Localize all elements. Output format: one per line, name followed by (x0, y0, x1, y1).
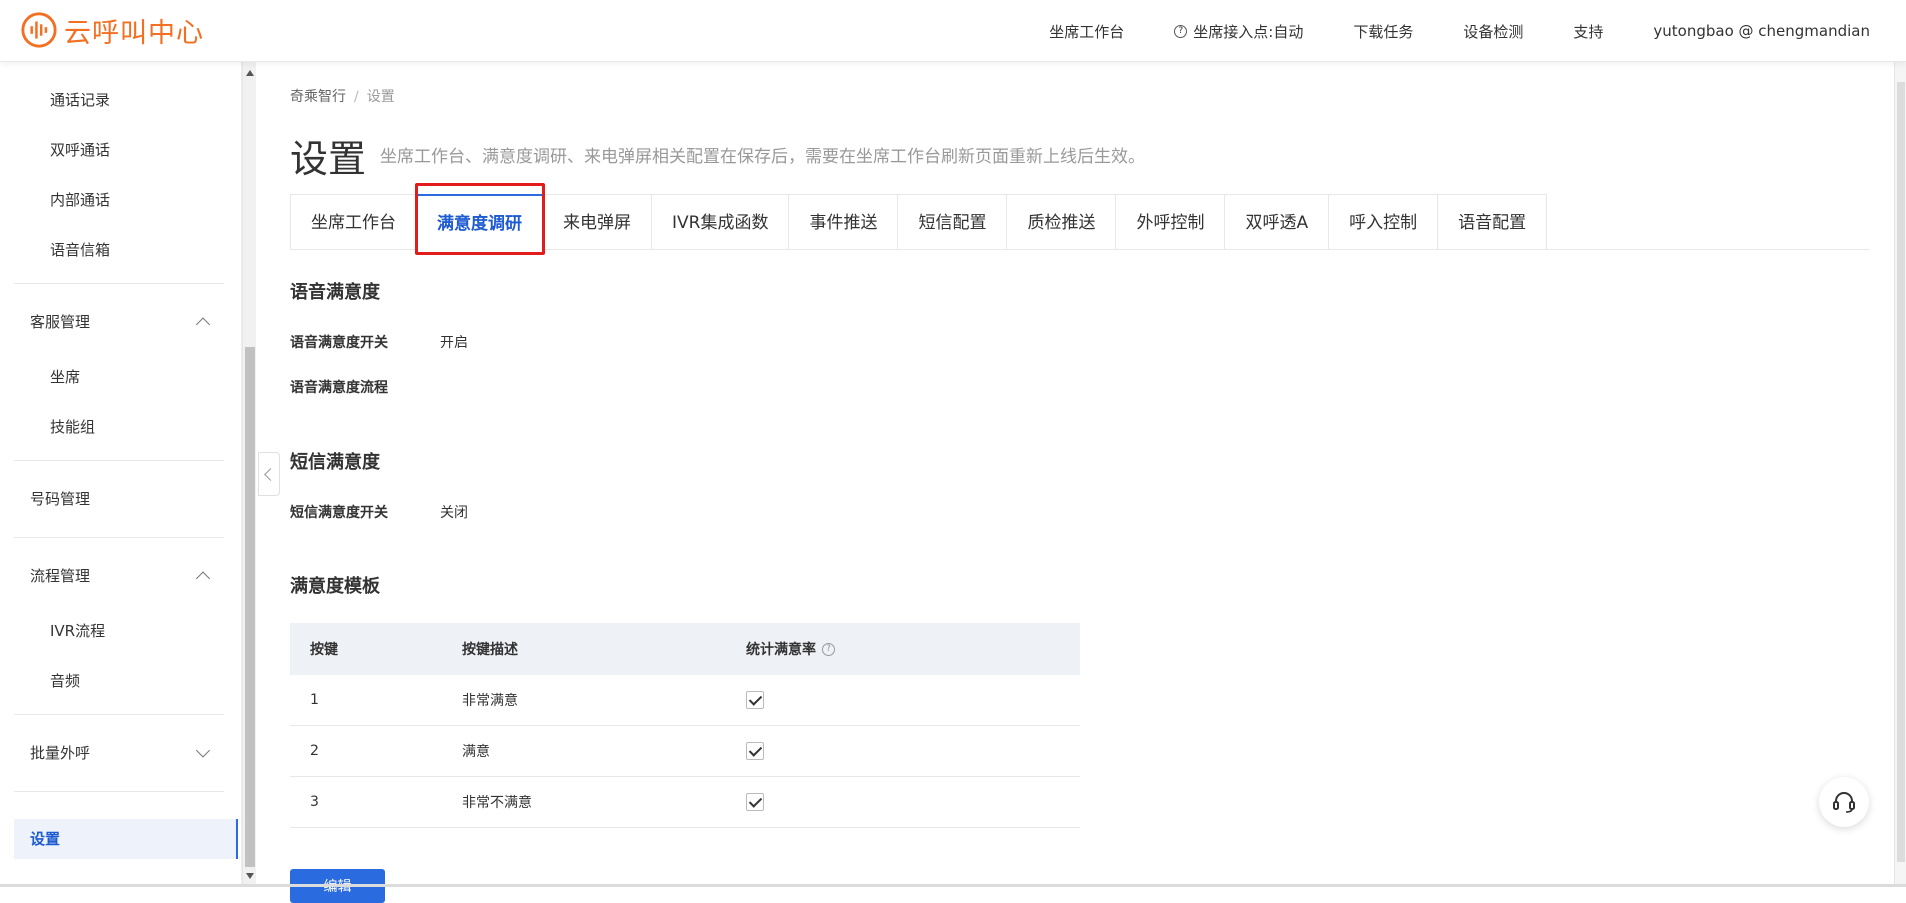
sidebar-item-ivr-flow[interactable]: IVR流程 (14, 606, 224, 656)
nav-access-point-label: 坐席接入点:自动 (1193, 22, 1304, 41)
sms-satisfaction-title: 短信满意度 (290, 452, 380, 473)
table-header: 按键 按键描述 统计满意率 ? (290, 623, 1080, 675)
column-header-counted: 统计满意率 ? (746, 639, 1080, 659)
breadcrumb: 奇乘智行 / 设置 (290, 86, 395, 106)
row-key: 1 (310, 692, 319, 708)
sidebar-divider (14, 537, 224, 538)
nav-agent-workbench[interactable]: 坐席工作台 (1049, 21, 1124, 42)
sms-switch-value: 关闭 (440, 505, 468, 521)
page-description: 坐席工作台、满意度调研、来电弹屏相关配置在保存后，需要在坐席工作台刷新页面重新上… (380, 147, 1145, 167)
chevron-up-icon (195, 317, 211, 332)
sidebar: 通话记录 双呼通话 内部通话 语音信箱 客服管理 坐席 技能组 号码管理 流程管… (0, 62, 242, 887)
scroll-down-arrow-icon[interactable] (246, 873, 254, 879)
page-title: 设置 (290, 137, 367, 181)
counted-checkbox[interactable] (746, 691, 764, 709)
row-desc: 非常满意 (462, 693, 518, 709)
sidebar-item-internal-call[interactable]: 内部通话 (14, 175, 224, 225)
row-desc: 非常不满意 (462, 795, 532, 811)
nav-device-check[interactable]: 设备检测 (1463, 21, 1523, 42)
breadcrumb-root[interactable]: 奇乘智行 (290, 89, 346, 105)
row-desc: 满意 (462, 744, 490, 760)
tab-satisfaction-survey[interactable]: 满意度调研 (417, 194, 543, 250)
sidebar-item-audio[interactable]: 音频 (14, 656, 224, 706)
row-key: 2 (310, 743, 319, 759)
sidebar-divider (14, 460, 224, 461)
voice-satisfaction-title: 语音满意度 (290, 282, 380, 303)
table-row: 2 满意 (290, 726, 1080, 777)
tab-ivr-functions[interactable]: IVR集成函数 (652, 194, 790, 250)
sidebar-group-label: 批量外呼 (30, 744, 91, 762)
table-row: 1 非常满意 (290, 675, 1080, 726)
nav-download-tasks[interactable]: 下载任务 (1353, 21, 1413, 42)
nav-support[interactable]: 支持 (1573, 21, 1603, 42)
scroll-thumb[interactable] (245, 347, 255, 867)
sidebar-collapse-button[interactable] (258, 452, 280, 496)
breadcrumb-current: 设置 (366, 89, 395, 105)
sidebar-divider (14, 283, 224, 284)
sidebar-group-batch[interactable]: 批量外呼 (14, 723, 224, 783)
sidebar-group-flow[interactable]: 流程管理 (14, 546, 224, 606)
settings-tabs: 坐席工作台 满意度调研 来电弹屏 IVR集成函数 事件推送 短信配置 质检推送 … (290, 194, 1870, 250)
tab-dual-call-a[interactable]: 双呼透A (1225, 194, 1330, 250)
page-scrollbar[interactable] (1894, 62, 1906, 887)
sidebar-divider (14, 714, 224, 715)
phone-wave-icon (21, 12, 57, 48)
sidebar-item-voicemail[interactable]: 语音信箱 (14, 225, 224, 275)
sidebar-group-service[interactable]: 客服管理 (14, 292, 224, 352)
tab-sms-config[interactable]: 短信配置 (898, 194, 1008, 250)
page-scroll-thumb[interactable] (1897, 82, 1905, 862)
app-logo[interactable]: 云呼叫中心 (20, 10, 204, 50)
help-icon: ? (1174, 24, 1188, 38)
sidebar-item-skill-group[interactable]: 技能组 (14, 402, 224, 452)
top-header: 云呼叫中心 坐席工作台 ? 坐席接入点:自动 下载任务 设备检测 支持 yuto… (0, 0, 1906, 62)
question-circle-icon[interactable]: ? (822, 642, 835, 656)
template-title: 满意度模板 (290, 576, 380, 597)
template-table: 按键 按键描述 统计满意率 ? 1 非常满意 2 满意 3 非常不满意 (290, 623, 1080, 828)
tab-outbound-control[interactable]: 外呼控制 (1116, 194, 1226, 250)
row-key: 3 (310, 794, 319, 810)
table-row: 3 非常不满意 (290, 777, 1080, 828)
top-nav: 坐席工作台 ? 坐席接入点:自动 下载任务 设备检测 支持 yutongbao … (999, 0, 1870, 62)
tab-voice-config[interactable]: 语音配置 (1438, 194, 1548, 250)
voice-switch-value: 开启 (440, 335, 468, 351)
counted-checkbox[interactable] (746, 793, 764, 811)
column-header-desc: 按键描述 (462, 642, 518, 658)
tab-incoming-popup[interactable]: 来电弹屏 (543, 194, 652, 250)
sidebar-item-agent[interactable]: 坐席 (14, 352, 224, 402)
sms-switch-label: 短信满意度开关 (290, 505, 388, 521)
column-header-key: 按键 (310, 642, 338, 658)
chevron-up-icon (195, 571, 211, 586)
customer-service-button[interactable] (1819, 777, 1869, 827)
sidebar-item-dual-call[interactable]: 双呼通话 (14, 125, 224, 175)
tab-inbound-control[interactable]: 呼入控制 (1329, 194, 1439, 250)
sidebar-group-label: 流程管理 (30, 567, 91, 585)
main-content: 奇乘智行 / 设置 设置 坐席工作台、满意度调研、来电弹屏相关配置在保存后，需要在坐… (290, 62, 1870, 903)
breadcrumb-separator: / (354, 89, 359, 105)
sidebar-item-call-records[interactable]: 通话记录 (14, 75, 224, 125)
sidebar-group-label: 客服管理 (30, 313, 91, 331)
sidebar-scrollbar[interactable] (242, 62, 256, 887)
logo-text: 云呼叫中心 (64, 17, 204, 49)
voice-switch-label: 语音满意度开关 (290, 335, 388, 351)
tab-qc-push[interactable]: 质检推送 (1007, 194, 1117, 250)
tab-agent-workbench[interactable]: 坐席工作台 (290, 194, 417, 250)
column-header-counted-label: 统计满意率 (746, 642, 816, 658)
headset-icon (1833, 792, 1855, 813)
user-account[interactable]: yutongbao @ chengmandian (1653, 22, 1870, 40)
voice-flow-label: 语音满意度流程 (290, 380, 388, 396)
scroll-up-arrow-icon[interactable] (246, 70, 254, 76)
tab-event-push[interactable]: 事件推送 (789, 194, 899, 250)
sidebar-divider (14, 791, 224, 792)
chevron-down-icon (195, 743, 211, 758)
sidebar-item-settings[interactable]: 设置 (14, 819, 238, 859)
counted-checkbox[interactable] (746, 742, 764, 760)
nav-access-point[interactable]: ? 坐席接入点:自动 (1174, 21, 1303, 42)
sidebar-group-label: 号码管理 (30, 490, 91, 508)
sidebar-group-number[interactable]: 号码管理 (14, 469, 224, 529)
